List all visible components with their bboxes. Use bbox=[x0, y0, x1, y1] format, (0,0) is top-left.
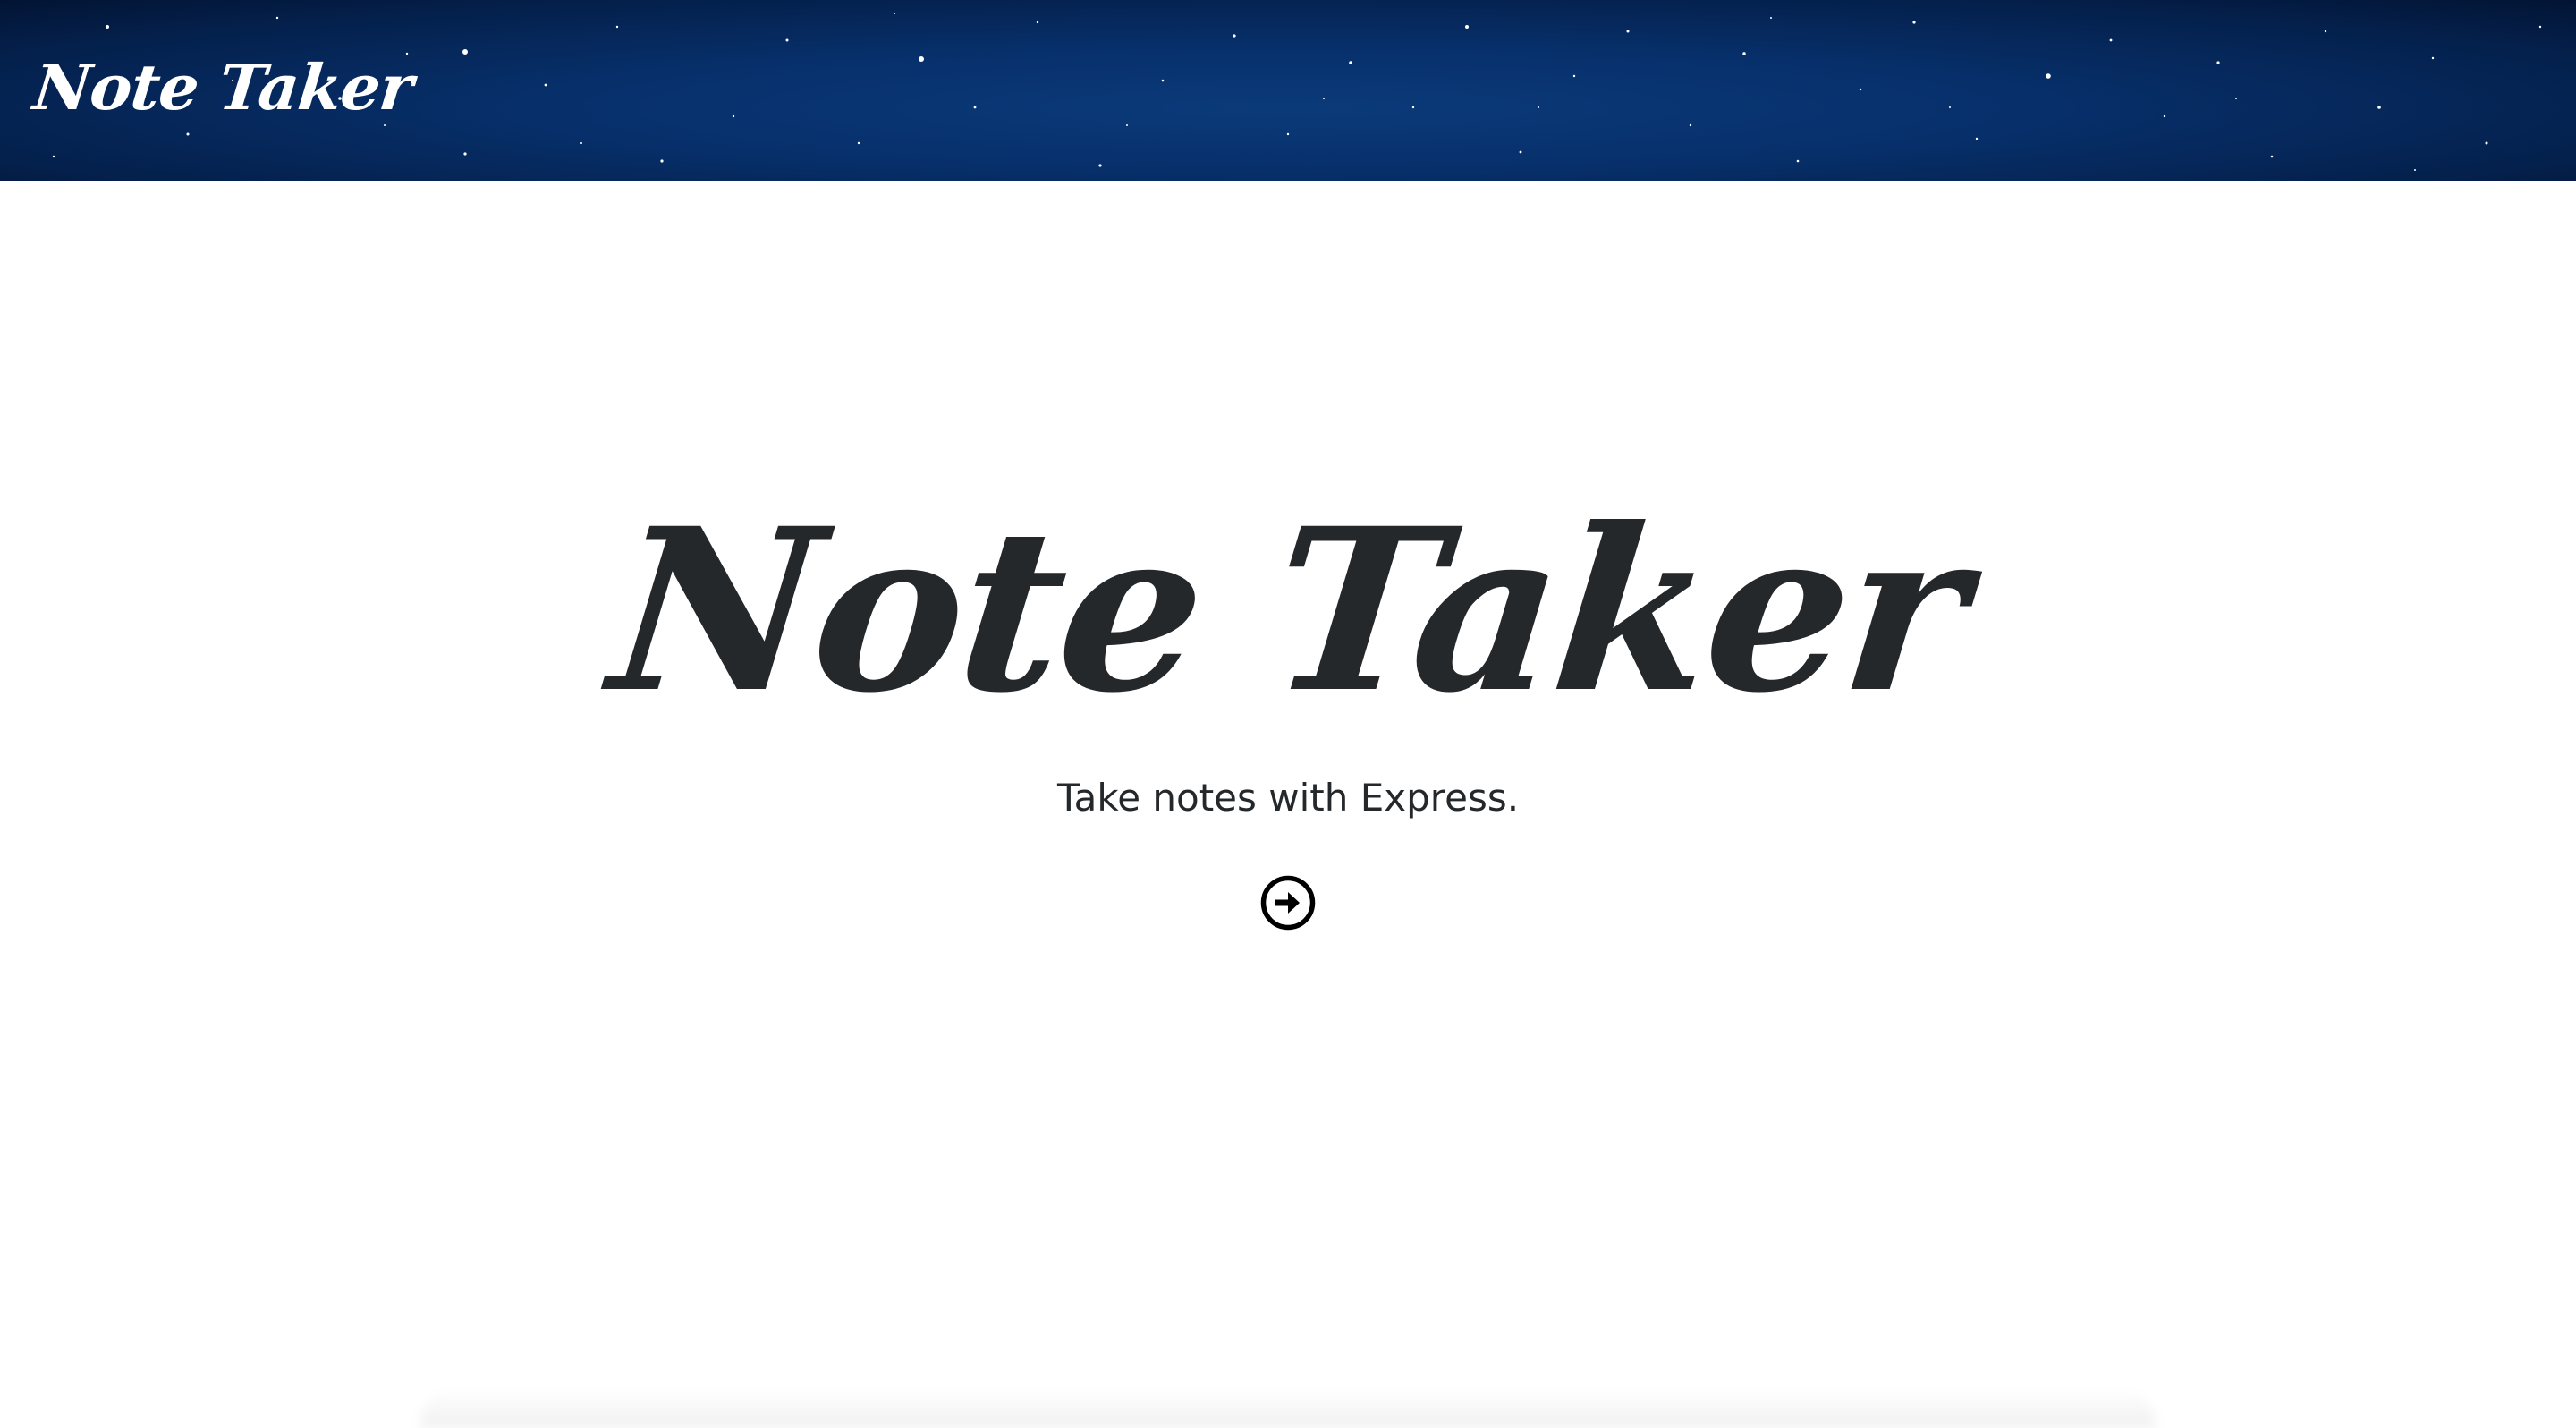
brand-link[interactable]: Note Taker bbox=[30, 43, 417, 132]
get-started-button[interactable] bbox=[1260, 875, 1316, 931]
hero-title: Note Taker bbox=[601, 479, 1975, 742]
arrow-circle-right-icon bbox=[1260, 875, 1316, 931]
top-navbar: Note Taker bbox=[0, 0, 2576, 181]
hero-section: Note Taker Take notes with Express. bbox=[0, 181, 2576, 1428]
card-shadow bbox=[420, 1389, 2156, 1428]
hero-subtitle: Take notes with Express. bbox=[1056, 776, 1520, 820]
